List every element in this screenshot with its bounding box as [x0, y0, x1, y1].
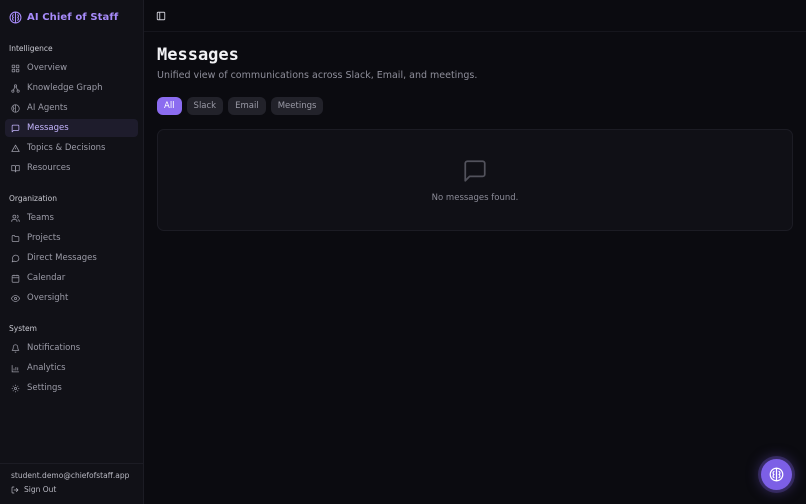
sidebar-item-resources[interactable]: Resources	[5, 159, 138, 177]
sidebar-item-topics-decisions[interactable]: Topics & Decisions	[5, 139, 138, 157]
sidebar-item-label: Projects	[27, 233, 61, 243]
sidebar-item-label: Calendar	[27, 273, 66, 283]
tab-all[interactable]: All	[157, 97, 182, 115]
brain-icon	[9, 11, 22, 24]
sidebar-item-knowledge-graph[interactable]: Knowledge Graph	[5, 79, 138, 97]
brain-icon	[769, 467, 784, 482]
sidebar-item-ai-agents[interactable]: AI Agents	[5, 99, 138, 117]
sidebar-item-overview[interactable]: Overview	[5, 59, 138, 77]
empty-state-text: No messages found.	[431, 192, 519, 203]
sidebar-item-label: Analytics	[27, 363, 66, 373]
sidebar-item-messages[interactable]: Messages	[5, 119, 138, 137]
page-title: Messages	[157, 45, 239, 65]
tab-meetings[interactable]: Meetings	[270, 97, 324, 115]
sidebar-item-calendar[interactable]: Calendar	[5, 269, 138, 287]
message-square-icon	[462, 158, 488, 184]
sidebar-item-label: Direct Messages	[27, 253, 97, 263]
sidebar-item-label: Notifications	[27, 343, 81, 353]
section-label-organization: Organization	[9, 194, 57, 203]
sidebar-item-label: Teams	[27, 213, 54, 223]
sign-out-button[interactable]: Sign Out	[11, 485, 132, 494]
users-icon	[11, 214, 20, 223]
empty-state-card: No messages found.	[157, 129, 793, 231]
triangle-icon	[11, 144, 20, 153]
eye-icon	[11, 294, 20, 303]
sidebar-item-analytics[interactable]: Analytics	[5, 359, 138, 377]
sidebar-item-settings[interactable]: Settings	[5, 379, 138, 397]
message-circle-icon	[11, 254, 20, 263]
sidebar-item-label: Overview	[27, 63, 68, 73]
section-label-system: System	[9, 324, 37, 333]
sidebar-item-label: Messages	[27, 123, 69, 133]
sidebar-item-label: AI Agents	[27, 103, 68, 113]
sidebar-item-teams[interactable]: Teams	[5, 209, 138, 227]
sidebar-toggle-button[interactable]	[154, 9, 168, 23]
graph-icon	[11, 83, 20, 93]
sidebar-item-projects[interactable]: Projects	[5, 229, 138, 247]
tab-slack[interactable]: Slack	[186, 97, 224, 115]
sidebar-item-label: Resources	[27, 163, 71, 173]
sidebar-item-label: Oversight	[27, 293, 69, 303]
sidebar: AI Chief of Staff Intelligence Overview …	[0, 0, 144, 504]
topbar	[144, 0, 806, 32]
bar-chart-icon	[11, 364, 20, 373]
gear-icon	[11, 384, 20, 393]
brand[interactable]: AI Chief of Staff	[0, 0, 143, 34]
grid-icon	[11, 64, 20, 73]
messages-page: Messages Unified view of communications …	[144, 32, 806, 231]
tab-email[interactable]: Email	[228, 97, 266, 115]
message-square-icon	[11, 124, 20, 133]
user-email: student.demo@chiefofstaff.app	[11, 471, 130, 480]
brand-title: AI Chief of Staff	[27, 11, 119, 23]
log-out-icon	[11, 486, 19, 494]
main-content: Messages Unified view of communications …	[144, 0, 806, 504]
ai-assistant-button[interactable]	[761, 459, 792, 490]
section-label-intelligence: Intelligence	[9, 44, 53, 53]
sign-out-label: Sign Out	[24, 485, 57, 494]
app-root: AI Chief of Staff Intelligence Overview …	[0, 0, 806, 504]
page-subtitle: Unified view of communications across Sl…	[157, 70, 478, 81]
sidebar-item-label: Knowledge Graph	[27, 83, 103, 93]
panel-left-icon	[156, 11, 166, 21]
brain-icon	[11, 103, 20, 113]
filter-tabs: All Slack Email Meetings	[157, 97, 793, 115]
sidebar-item-direct-messages[interactable]: Direct Messages	[5, 249, 138, 267]
bell-icon	[11, 343, 20, 353]
calendar-icon	[11, 274, 20, 283]
sidebar-item-notifications[interactable]: Notifications	[5, 339, 138, 357]
sidebar-item-label: Settings	[27, 383, 62, 393]
book-icon	[11, 164, 20, 173]
sidebar-item-oversight[interactable]: Oversight	[5, 289, 138, 307]
folder-icon	[11, 234, 20, 243]
sidebar-footer: student.demo@chiefofstaff.app Sign Out	[0, 463, 143, 504]
sidebar-item-label: Topics & Decisions	[27, 143, 106, 153]
